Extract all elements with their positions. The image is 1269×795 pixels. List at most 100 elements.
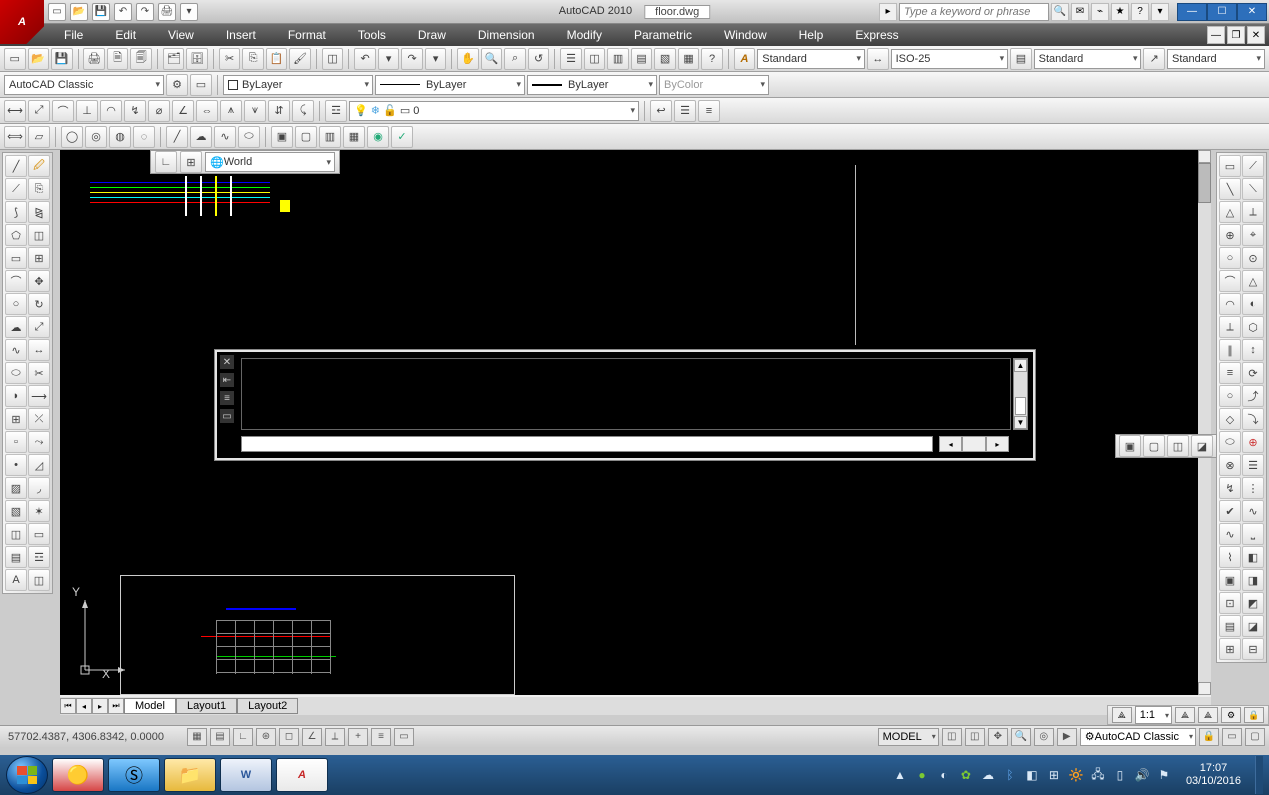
close-button[interactable]: ✕	[1237, 3, 1267, 21]
table-icon[interactable]: ▤	[5, 546, 27, 568]
qat-more-icon[interactable]: ▾	[180, 3, 198, 21]
fillet-icon[interactable]: ◞	[28, 477, 50, 499]
layer-color-combo[interactable]: ByLayer	[223, 75, 373, 95]
rr15-icon[interactable]: ⋮	[1242, 477, 1264, 499]
nav-wheel-icon[interactable]: ◎	[1034, 728, 1054, 746]
break-icon[interactable]: ⤫	[28, 408, 50, 430]
tray-app3-icon[interactable]: ✿	[958, 767, 974, 783]
minimize-button[interactable]: —	[1177, 3, 1207, 21]
zoom-window-icon[interactable]: ⌕	[504, 48, 526, 70]
cmdwin-close-icon[interactable]: ✕	[220, 355, 234, 369]
doc-minimize-button[interactable]: —	[1207, 26, 1225, 44]
infocenter-search-icon[interactable]: 🔍	[1051, 3, 1069, 21]
rr17-icon[interactable]: ⎵	[1242, 523, 1264, 545]
cmdwin-handle-icon[interactable]: ▭	[220, 409, 234, 423]
workspace-settings-icon[interactable]: ⚙	[166, 74, 188, 96]
dim-arc-icon[interactable]: ⌒	[52, 100, 74, 122]
menu-window[interactable]: Window	[708, 25, 783, 45]
send-back-icon[interactable]: ▢	[1143, 435, 1165, 457]
properties-icon[interactable]: ☰	[560, 48, 582, 70]
undo-icon[interactable]: ↶	[354, 48, 376, 70]
menu-express[interactable]: Express	[839, 25, 914, 45]
array-icon[interactable]: ⊞	[28, 247, 50, 269]
show-desktop-button[interactable]	[1255, 756, 1263, 794]
dim-quick-icon[interactable]: ⇔	[196, 100, 218, 122]
mleader-style-combo[interactable]: Standard	[1167, 49, 1265, 69]
command-window[interactable]: ✕ ⇤ ≡ ▭ ▲ ▼ ◂ ▸	[215, 350, 1035, 460]
rr3-icon[interactable]: ⟂	[1242, 201, 1264, 223]
favorites-icon[interactable]: ★	[1111, 3, 1129, 21]
tray-app5-icon[interactable]: ⊞	[1046, 767, 1062, 783]
block-editor-icon[interactable]: ◫	[322, 48, 344, 70]
rr13-icon[interactable]: ⊕	[1242, 431, 1264, 453]
layer-iso-icon[interactable]: ≡	[698, 100, 720, 122]
sheetset2-icon[interactable]: ▤	[631, 48, 653, 70]
region2-icon[interactable]: ◫	[5, 523, 27, 545]
sheetset-icon[interactable]: 🗂	[163, 48, 185, 70]
lineweight-combo[interactable]: ByLayer	[527, 75, 657, 95]
trim-icon[interactable]: ✂	[28, 362, 50, 384]
qat-undo-icon[interactable]: ↶	[114, 3, 132, 21]
rr5-icon[interactable]: ⊙	[1242, 247, 1264, 269]
subscription-icon[interactable]: ⌁	[1091, 3, 1109, 21]
tray-app6-icon[interactable]: 🔆	[1068, 767, 1084, 783]
point-icon[interactable]: •	[5, 454, 27, 476]
taskbar-clock[interactable]: 17:07 03/10/2016	[1178, 762, 1249, 788]
cmd-scrollbar-v[interactable]: ▲ ▼	[1013, 358, 1028, 430]
gradient-icon[interactable]: ▧	[5, 500, 27, 522]
rr7-icon[interactable]: ◐	[1242, 293, 1264, 315]
rr8-icon[interactable]: ⬡	[1242, 316, 1264, 338]
command-history[interactable]	[241, 358, 1011, 430]
ortho-toggle[interactable]: ∟	[233, 728, 253, 746]
tablestyle-icon[interactable]: ▤	[1010, 48, 1032, 70]
circle-icon[interactable]: ○	[5, 293, 27, 315]
view3-icon[interactable]: ▥	[319, 126, 341, 148]
workspace-status-combo[interactable]: ⚙ AutoCAD Classic	[1080, 728, 1196, 746]
menu-help[interactable]: Help	[783, 25, 840, 45]
tray-battery-icon[interactable]: ▯	[1112, 767, 1128, 783]
r16-icon[interactable]: ✔	[1219, 500, 1241, 522]
search-input[interactable]	[899, 3, 1049, 21]
canvas-scroll-up-icon[interactable]	[1198, 150, 1211, 163]
rr20-icon[interactable]: ◩	[1242, 592, 1264, 614]
redo-list-icon[interactable]: ▾	[425, 48, 447, 70]
tool-palettes-icon[interactable]: ▥	[607, 48, 629, 70]
cmd-scroll-down-icon[interactable]: ▼	[1014, 416, 1027, 429]
r19-icon[interactable]: ▣	[1219, 569, 1241, 591]
r8-icon[interactable]: ⟂	[1219, 316, 1241, 338]
distance-icon[interactable]: ⟺	[4, 126, 26, 148]
lock-ui-icon[interactable]: 🔒	[1244, 707, 1264, 723]
grid-toggle[interactable]: ▤	[210, 728, 230, 746]
rr1-icon[interactable]: ⟋	[1242, 155, 1264, 177]
view1-icon[interactable]: ▣	[271, 126, 293, 148]
r7-icon[interactable]: ◠	[1219, 293, 1241, 315]
dim-linear-icon[interactable]: ⟷	[4, 100, 26, 122]
qp-toggle[interactable]: ▭	[394, 728, 414, 746]
tray-app1-icon[interactable]: ●	[914, 767, 930, 783]
showmotion-icon[interactable]: ▶	[1057, 728, 1077, 746]
dim-break-icon[interactable]: ⤹	[292, 100, 314, 122]
stretch-icon[interactable]: ↔	[28, 339, 50, 361]
undo-list-icon[interactable]: ▾	[378, 48, 400, 70]
help-icon[interactable]: ?	[1131, 3, 1149, 21]
r17-icon[interactable]: ∿	[1219, 523, 1241, 545]
cmdwin-opts-icon[interactable]: ≡	[220, 391, 234, 405]
canvas-scroll-thumb[interactable]	[1198, 163, 1211, 203]
help-dropdown-icon[interactable]: ▾	[1151, 3, 1169, 21]
ucs-combo[interactable]: 🌐 World	[205, 152, 335, 172]
erase-icon[interactable]: 🖉	[28, 155, 50, 177]
ws-switch-icon[interactable]: ⚙	[1221, 707, 1241, 723]
workspace-save-icon[interactable]: ▭	[190, 74, 212, 96]
r10-icon[interactable]: ≡	[1219, 362, 1241, 384]
revcloud-icon[interactable]: ☁	[190, 126, 212, 148]
layer-manager-icon[interactable]: ☲	[325, 100, 347, 122]
osnap-toggle[interactable]: ◻	[279, 728, 299, 746]
r5-icon[interactable]: ○	[1219, 247, 1241, 269]
area-icon[interactable]: ▱	[28, 126, 50, 148]
tray-bt-icon[interactable]: ᛒ	[1002, 767, 1018, 783]
extra-modify-icon[interactable]: ◫	[28, 569, 50, 591]
line-draw-icon[interactable]: ╱	[166, 126, 188, 148]
menu-view[interactable]: View	[152, 25, 210, 45]
otrack-toggle[interactable]: ∠	[302, 728, 322, 746]
dyn-toggle[interactable]: +	[348, 728, 368, 746]
